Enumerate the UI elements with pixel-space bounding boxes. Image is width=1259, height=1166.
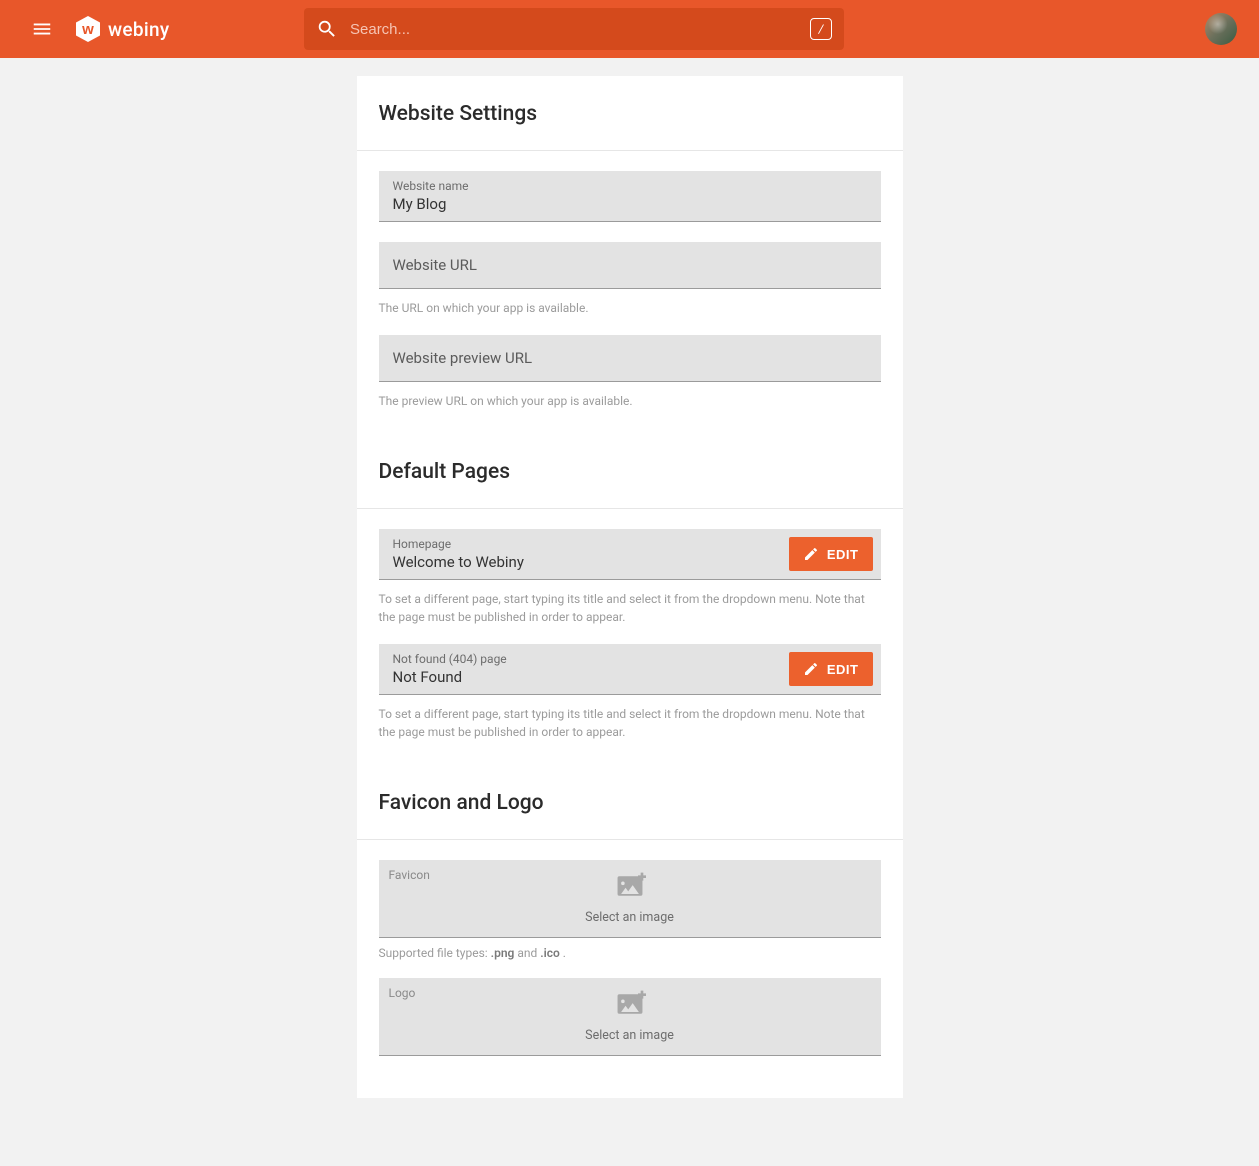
user-avatar[interactable]	[1205, 13, 1237, 45]
edit-label: EDIT	[827, 662, 859, 677]
upload-label: Logo	[389, 986, 416, 1000]
upload-text: Select an image	[585, 910, 674, 925]
website-settings-body: Website name My Blog Website URL The URL…	[357, 151, 903, 450]
field-label: Website name	[393, 179, 867, 193]
settings-panel: Website Settings Website name My Blog We…	[357, 76, 903, 1098]
upload-text: Select an image	[585, 1028, 674, 1043]
website-url-field[interactable]: Website URL	[379, 242, 881, 289]
field-label: Not found (404) page	[393, 652, 767, 666]
edit-label: EDIT	[827, 547, 859, 562]
favicon-helper: Supported file types: .png and .ico .	[379, 946, 881, 960]
section-title-website: Website Settings	[357, 76, 903, 150]
webiny-logo-icon: w	[74, 15, 102, 43]
upload-label: Favicon	[389, 868, 430, 882]
default-pages-body: Homepage Welcome to Webiny EDIT To set a…	[357, 509, 903, 781]
app-header: w webiny /	[0, 0, 1259, 58]
field-label: Website preview URL	[393, 349, 867, 367]
field-label: Homepage	[393, 537, 767, 551]
section-title-pages: Default Pages	[357, 450, 903, 508]
website-name-field[interactable]: Website name My Blog	[379, 171, 881, 222]
search-icon	[316, 18, 338, 40]
helper-text: The URL on which your app is available.	[379, 299, 881, 317]
website-preview-url-field[interactable]: Website preview URL	[379, 335, 881, 382]
edit-homepage-button[interactable]: EDIT	[789, 537, 873, 571]
logo-upload[interactable]: Logo Select an image	[379, 978, 881, 1056]
favicon-logo-body: Favicon Select an image Supported file t…	[357, 840, 903, 1098]
image-upload-icon	[614, 990, 646, 1022]
hamburger-icon	[31, 18, 53, 40]
brand-logo: w webiny	[74, 15, 169, 43]
pencil-icon	[803, 661, 819, 677]
field-label: Website URL	[393, 256, 867, 274]
search-input[interactable]	[350, 21, 798, 38]
favicon-upload[interactable]: Favicon Select an image	[379, 860, 881, 938]
field-value: My Blog	[393, 195, 867, 213]
brand-name: webiny	[108, 18, 169, 41]
helper-text: To set a different page, start typing it…	[379, 590, 881, 626]
field-value: Welcome to Webiny	[393, 553, 767, 571]
edit-notfound-button[interactable]: EDIT	[789, 652, 873, 686]
menu-button[interactable]	[22, 9, 62, 49]
helper-text: The preview URL on which your app is ava…	[379, 392, 881, 410]
shortcut-key-badge: /	[810, 18, 832, 40]
notfound-field[interactable]: Not found (404) page Not Found EDIT	[379, 644, 881, 695]
helper-text: To set a different page, start typing it…	[379, 705, 881, 741]
homepage-field[interactable]: Homepage Welcome to Webiny EDIT	[379, 529, 881, 580]
pencil-icon	[803, 546, 819, 562]
image-upload-icon	[614, 872, 646, 904]
field-value: Not Found	[393, 668, 767, 686]
section-title-favicon: Favicon and Logo	[357, 781, 903, 839]
search-bar[interactable]: /	[304, 8, 844, 50]
svg-text:w: w	[81, 21, 94, 38]
